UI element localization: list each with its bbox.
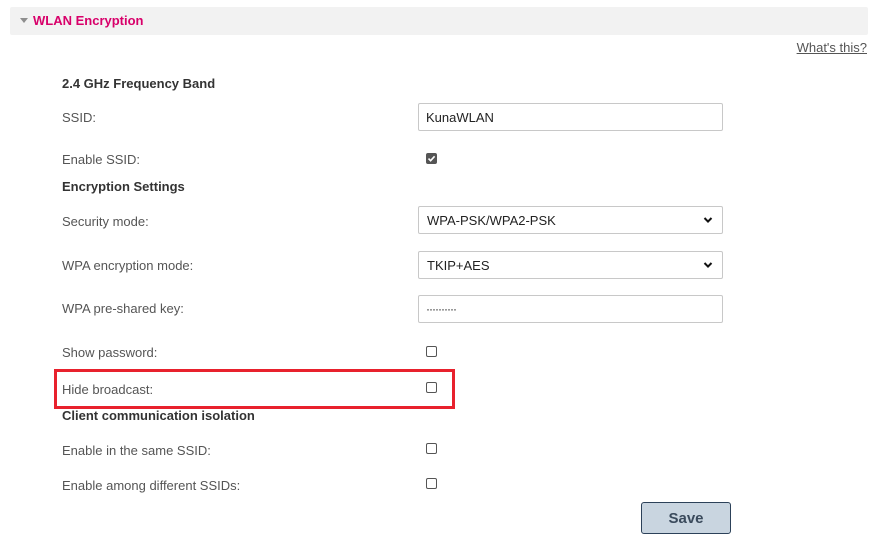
enable-ssid-checkbox[interactable] bbox=[426, 153, 437, 164]
ssid-label: SSID: bbox=[62, 110, 96, 125]
psk-input[interactable] bbox=[418, 295, 723, 323]
section-title: WLAN Encryption bbox=[33, 13, 144, 28]
wpa-mode-select[interactable]: TKIP+AES bbox=[418, 251, 723, 279]
wpa-mode-value: TKIP+AES bbox=[427, 258, 490, 273]
ssid-input[interactable] bbox=[418, 103, 723, 131]
same-ssid-checkbox[interactable] bbox=[426, 443, 437, 454]
different-ssids-checkbox[interactable] bbox=[426, 478, 437, 489]
enable-ssid-label: Enable SSID: bbox=[62, 152, 141, 167]
highlight-box bbox=[54, 369, 455, 409]
check-icon bbox=[427, 155, 436, 162]
same-ssid-label: Enable in the same SSID: bbox=[62, 443, 211, 458]
chevron-down-icon bbox=[703, 217, 713, 224]
collapse-triangle-icon[interactable] bbox=[20, 18, 28, 23]
whats-this-link[interactable]: What's this? bbox=[797, 40, 867, 55]
section-header[interactable]: WLAN Encryption bbox=[10, 7, 868, 35]
save-button[interactable]: Save bbox=[641, 502, 731, 534]
show-password-checkbox[interactable] bbox=[426, 346, 437, 357]
security-mode-value: WPA-PSK/WPA2-PSK bbox=[427, 213, 556, 228]
psk-label: WPA pre-shared key: bbox=[62, 301, 184, 316]
encryption-heading: Encryption Settings bbox=[62, 179, 185, 194]
chevron-down-icon bbox=[703, 262, 713, 269]
show-password-label: Show password: bbox=[62, 345, 158, 360]
security-mode-label: Security mode: bbox=[62, 214, 149, 229]
band-heading: 2.4 GHz Frequency Band bbox=[62, 76, 216, 91]
different-ssids-label: Enable among different SSIDs: bbox=[62, 478, 241, 493]
security-mode-select[interactable]: WPA-PSK/WPA2-PSK bbox=[418, 206, 723, 234]
isolation-heading: Client communication isolation bbox=[62, 408, 255, 423]
wpa-mode-label: WPA encryption mode: bbox=[62, 258, 194, 273]
